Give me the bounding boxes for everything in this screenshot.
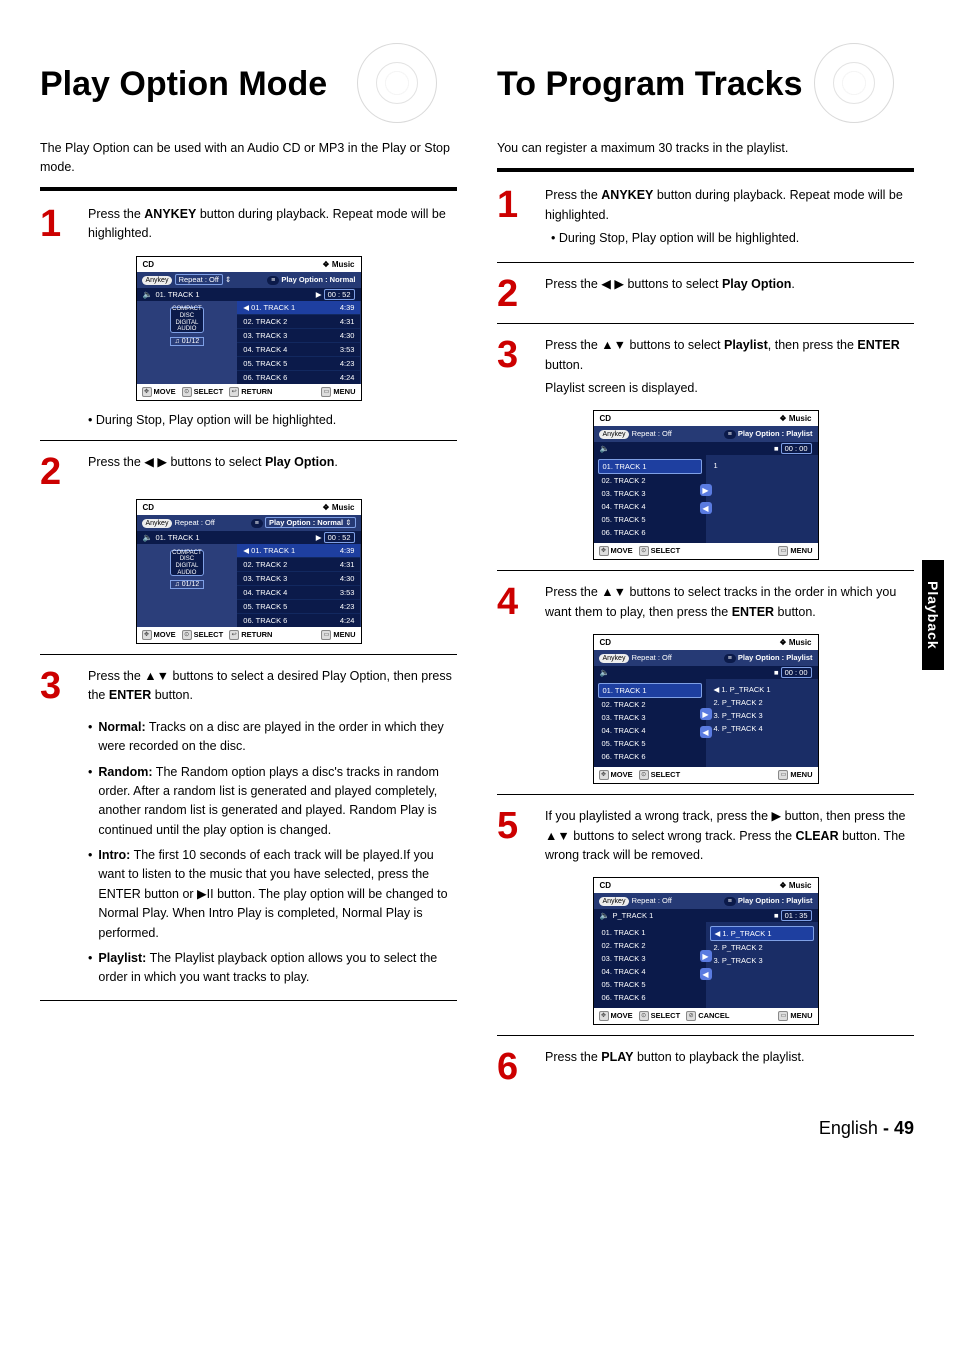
right-title: To Program Tracks	[497, 60, 914, 121]
move-icon: ✥	[599, 1011, 609, 1021]
speaker-icon	[600, 668, 613, 677]
step-number-1: 1	[497, 186, 533, 252]
screenshot-cd-1: CD❖ Music Anykey Repeat : Off ⇕ ≡ Play O…	[136, 256, 362, 401]
select-icon: ⊙	[639, 770, 649, 780]
screenshot-playlist-3: CD❖ Music Anykey Repeat : Off ≡ Play Opt…	[593, 877, 819, 1025]
select-icon: ⊙	[182, 387, 192, 397]
speaker-icon: P_TRACK 1	[600, 911, 654, 920]
return-icon: ↩	[229, 630, 239, 640]
return-icon: ↩	[229, 387, 239, 397]
screenshot-playlist-2: CD❖ Music Anykey Repeat : Off ≡ Play Opt…	[593, 634, 819, 784]
move-icon: ✥	[599, 770, 609, 780]
divider	[40, 654, 457, 655]
select-icon: ⊙	[639, 546, 649, 556]
bullet-playlist: •Playlist: The Playlist playback option …	[88, 949, 457, 988]
left-lead: The Play Option can be used with an Audi…	[40, 139, 457, 177]
menu-icon: ▭	[321, 630, 331, 640]
r-step2-text: Press the ◀ ▶ buttons to select Play Opt…	[545, 275, 914, 313]
list-icon: ≡	[267, 276, 279, 285]
arrow-left-icon: ◀	[700, 502, 712, 514]
step-number-1: 1	[40, 205, 76, 248]
disc-icon: COMPACT DISC DIGITAL AUDIO	[170, 550, 204, 576]
bullet-normal: •Normal: Tracks on a disc are played in …	[88, 718, 457, 757]
move-icon: ✥	[599, 546, 609, 556]
speaker-icon	[600, 444, 613, 453]
step-number-6: 6	[497, 1048, 533, 1086]
select-icon: ⊙	[639, 1011, 649, 1021]
arrow-left-icon: ◀	[700, 968, 712, 980]
track-count-tag: ♫ 01/12	[170, 580, 205, 589]
divider	[40, 1000, 457, 1001]
list-icon: ≡	[251, 519, 263, 528]
bullet-intro: •Intro: The first 10 seconds of each tra…	[88, 846, 457, 943]
step-number-4: 4	[497, 583, 533, 626]
list-icon: ≡	[724, 430, 736, 439]
note-during-stop: • During Stop, Play option will be highl…	[88, 411, 457, 430]
menu-icon: ▭	[778, 1011, 788, 1021]
list-icon: ≡	[724, 654, 736, 663]
anykey-pill: Anykey	[142, 276, 173, 285]
step-number-3: 3	[497, 336, 533, 402]
cancel-icon: ⊘	[686, 1011, 696, 1021]
r-step6-text: Press the PLAY button to playback the pl…	[545, 1048, 914, 1086]
step-number-2: 2	[497, 275, 533, 313]
left-column: Play Option Mode The Play Option can be …	[40, 60, 457, 1094]
anykey-pill: Anykey	[599, 654, 630, 663]
bullet-random: •Random: The Random option plays a disc'…	[88, 763, 457, 841]
screenshot-cd-2: CD❖ Music Anykey Repeat : Off ≡ Play Opt…	[136, 499, 362, 644]
step1-text: Press the ANYKEY button during playback.…	[88, 205, 457, 248]
side-tab-playback: Playback	[922, 560, 944, 670]
anykey-pill: Anykey	[142, 519, 173, 528]
track-count-tag: ♫ 01/12	[170, 337, 205, 346]
left-title: Play Option Mode	[40, 60, 457, 121]
disc-icon: COMPACT DISC DIGITAL AUDIO	[170, 307, 204, 333]
anykey-pill: Anykey	[599, 897, 630, 906]
step-number-3: 3	[40, 667, 76, 710]
r-step4-text: Press the ▲▼ buttons to select tracks in…	[545, 583, 914, 626]
divider	[497, 168, 914, 172]
select-icon: ⊙	[182, 630, 192, 640]
r-step3-text: Press the ▲▼ buttons to select Playlist,…	[545, 336, 914, 402]
list-icon: ≡	[724, 897, 736, 906]
arrow-right-icon: ▶	[700, 708, 712, 720]
menu-icon: ▭	[778, 770, 788, 780]
r-step1-text: Press the ANYKEY button during playback.…	[545, 186, 914, 252]
anykey-pill: Anykey	[599, 430, 630, 439]
step-number-5: 5	[497, 807, 533, 869]
divider	[497, 1035, 914, 1036]
move-icon: ✥	[142, 387, 152, 397]
page-footer: English - 49	[40, 1118, 914, 1139]
move-icon: ✥	[142, 630, 152, 640]
divider	[40, 440, 457, 441]
divider	[497, 570, 914, 571]
right-column: To Program Tracks You can register a max…	[497, 60, 914, 1094]
menu-icon: ▭	[321, 387, 331, 397]
menu-icon: ▭	[778, 546, 788, 556]
step3-text: Press the ▲▼ buttons to select a desired…	[88, 667, 457, 710]
divider	[497, 262, 914, 263]
repeat-box: Repeat : Off	[175, 274, 223, 285]
arrow-right-icon: ▶	[700, 950, 712, 962]
speaker-icon: 01. TRACK 1	[143, 533, 200, 542]
arrow-left-icon: ◀	[700, 726, 712, 738]
right-lead: You can register a maximum 30 tracks in …	[497, 139, 914, 158]
divider	[497, 323, 914, 324]
divider	[497, 794, 914, 795]
divider	[40, 187, 457, 191]
screenshot-playlist-1: CD❖ Music Anykey Repeat : Off ≡ Play Opt…	[593, 410, 819, 560]
r-step5-text: If you playlisted a wrong track, press t…	[545, 807, 914, 869]
step-number-2: 2	[40, 453, 76, 491]
arrow-right-icon: ▶	[700, 484, 712, 496]
speaker-icon: 01. TRACK 1	[143, 290, 200, 299]
step2-text: Press the ◀ ▶ buttons to select Play Opt…	[88, 453, 457, 491]
